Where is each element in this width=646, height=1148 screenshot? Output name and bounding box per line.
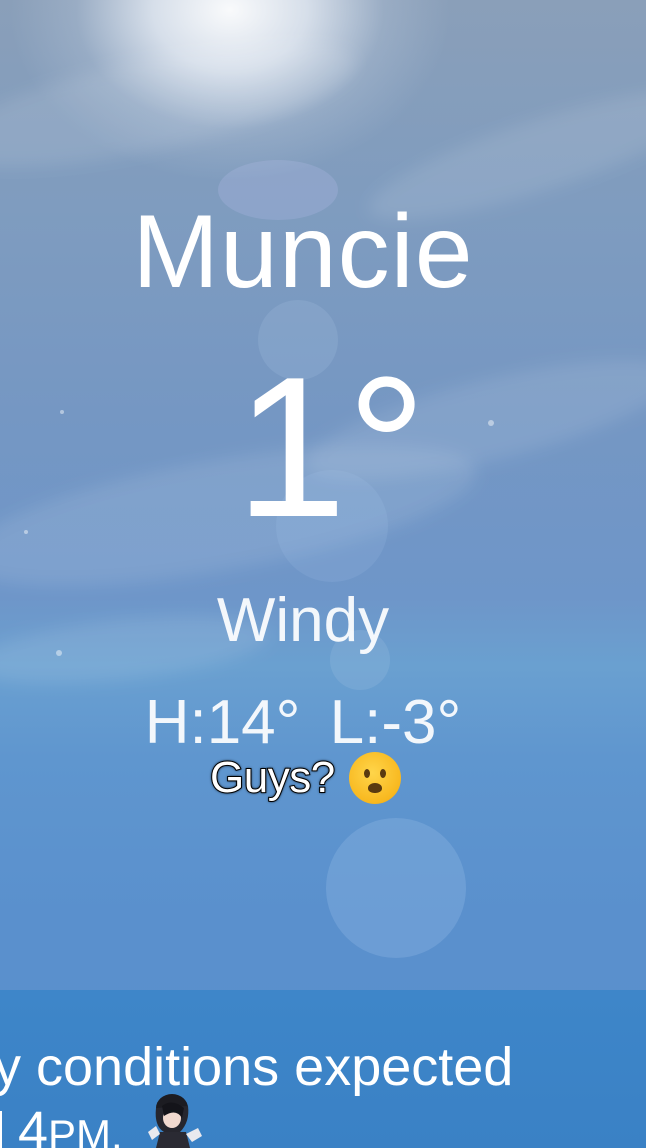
- caption-text: Guys?: [209, 752, 336, 803]
- city-name: Muncie: [132, 194, 474, 310]
- alert-time-suffix: PM.: [48, 1111, 123, 1148]
- high-low-temperature: H:14° L:-3°: [144, 688, 462, 757]
- current-temperature: 1°: [235, 336, 427, 559]
- weather-condition: Windy: [216, 586, 390, 655]
- character-sticker-icon: [148, 1094, 202, 1148]
- alert-text-line-2: 4PM.: [0, 1104, 123, 1148]
- alert-time: 4: [18, 1101, 49, 1148]
- video-caption: Guys?: [209, 752, 401, 804]
- lens-flare-orb: [326, 818, 466, 958]
- weather-screen: Muncie 1° Windy H:14° L:-3° Guys? y cond…: [0, 0, 646, 1148]
- text-fragment-bar: [0, 1111, 2, 1148]
- alert-text-line-1: y conditions expected: [0, 1037, 514, 1097]
- anguished-face-emoji-icon: [348, 752, 401, 804]
